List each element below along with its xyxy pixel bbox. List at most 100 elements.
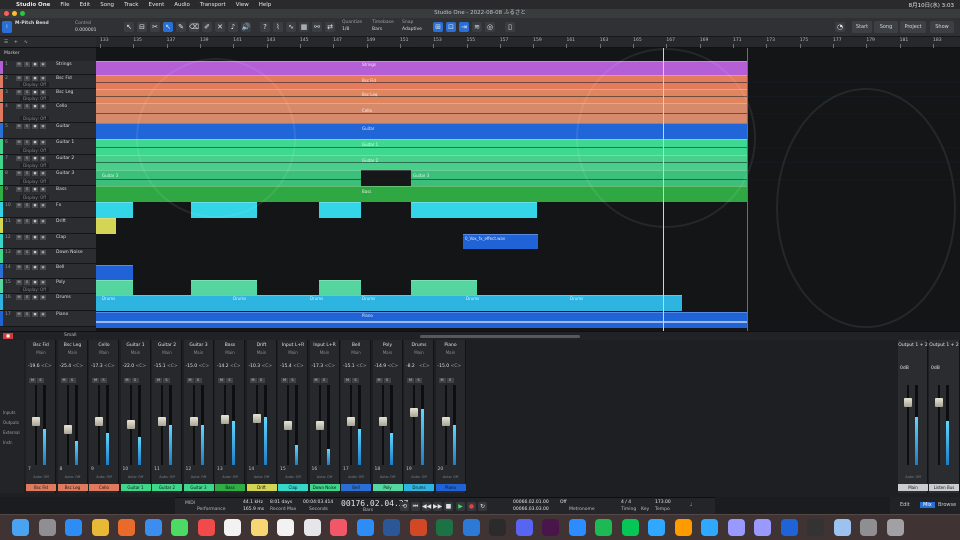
mixer-outputs-button[interactable]: Outputs — [3, 420, 19, 425]
channel-volume[interactable]: -15.1 — [343, 364, 355, 369]
track-header[interactable]: 5 M S ● ◉ Guitar — [0, 123, 96, 139]
quantize-value[interactable]: 1/8 — [342, 27, 349, 32]
channel-automation[interactable]: Auto: Off — [60, 475, 86, 479]
dock-app-icon[interactable] — [224, 519, 241, 536]
track-solo-button[interactable]: S — [24, 219, 30, 224]
channel-label[interactable]: Piano — [435, 484, 466, 491]
dock-app-icon[interactable] — [12, 519, 29, 536]
clip-bell[interactable] — [96, 265, 133, 280]
track-monitor-button[interactable]: ◉ — [40, 203, 46, 208]
track-header[interactable]: 4 M S ● ◉ Cello Display: Off — [0, 103, 96, 123]
channel-label[interactable]: Poly — [372, 484, 403, 491]
track-header[interactable]: 12 M S ● ◉ Clap — [0, 234, 96, 249]
channel-pan[interactable]: <C> — [356, 364, 367, 369]
track-name[interactable]: Cello — [56, 104, 67, 109]
dock-app-icon[interactable] — [515, 519, 533, 536]
channel-mute-button[interactable]: M — [92, 378, 99, 383]
channel-automation[interactable]: Auto: Off — [280, 475, 306, 479]
time-signature[interactable]: 4 / 4 — [621, 500, 631, 505]
channel-name[interactable]: Guitar 2 — [152, 343, 182, 348]
channel-label[interactable]: Drift — [246, 484, 277, 491]
channel-solo-button[interactable]: S — [68, 378, 76, 383]
channel-name[interactable]: Bsc Leg — [58, 343, 88, 348]
channel-mute-button[interactable]: M — [344, 378, 351, 383]
channel-fader[interactable] — [315, 421, 324, 430]
track-mute-button[interactable]: M — [16, 124, 22, 129]
inspector-toggle-button[interactable]: i — [2, 21, 12, 33]
dock-app-icon[interactable] — [65, 519, 82, 536]
channel-solo-button[interactable]: S — [446, 378, 454, 383]
channel-name[interactable]: Input L+R — [310, 343, 340, 348]
channel-volume[interactable]: -15.0 — [186, 364, 198, 369]
channel-output[interactable]: Main — [215, 350, 245, 355]
channel-solo-button[interactable]: S — [194, 378, 202, 383]
channel-fader[interactable] — [158, 417, 166, 427]
dock-app-icon[interactable] — [38, 519, 56, 536]
range-tool-icon[interactable]: ⊟ — [137, 22, 147, 32]
clip-drift[interactable] — [96, 218, 116, 234]
channel-name[interactable]: Input L+R — [278, 343, 308, 348]
bend-tool-icon[interactable]: ♪ — [228, 22, 238, 32]
dock-app-icon[interactable] — [621, 519, 639, 536]
channel-name[interactable]: Bsc Fid — [26, 343, 56, 348]
dock-app-icon[interactable] — [144, 519, 162, 536]
channel-name[interactable]: Poly — [373, 343, 403, 348]
dock-app-icon[interactable] — [674, 519, 692, 536]
channel-solo-button[interactable]: S — [383, 378, 391, 383]
channel-automation[interactable]: Auto: Off — [186, 475, 212, 479]
channel-output[interactable]: Main — [436, 350, 466, 355]
track-record-button[interactable]: ● — [32, 203, 38, 208]
dock-app-icon[interactable] — [595, 519, 612, 536]
dock-app-icon[interactable] — [356, 519, 374, 536]
track-solo-button[interactable]: S — [24, 295, 30, 300]
track-display-mode[interactable]: Display: Off — [20, 82, 49, 87]
track-height-label[interactable]: Small — [64, 333, 77, 338]
channel-output[interactable]: Main — [184, 350, 214, 355]
channel-volume[interactable]: -10.3 — [249, 364, 261, 369]
track-name[interactable]: Drums — [56, 295, 71, 300]
clip-fx-3[interactable] — [319, 202, 361, 218]
automation-icon[interactable]: ∿ — [24, 40, 28, 45]
channel-output[interactable]: Main — [152, 350, 182, 355]
track-solo-button[interactable]: S — [24, 312, 30, 317]
stop-icon[interactable]: ■ — [444, 502, 453, 511]
dock-app-icon[interactable] — [542, 519, 559, 536]
channel-mute-button[interactable]: M — [375, 378, 383, 383]
track-header[interactable]: 16 M S ● ◉ Drums — [0, 294, 96, 311]
dock-app-icon[interactable] — [197, 519, 215, 536]
eraser-tool-icon[interactable]: ⌫ — [189, 22, 199, 32]
menu-audio[interactable]: Audio — [174, 2, 190, 8]
channel-name[interactable]: Guitar 1 — [121, 343, 151, 348]
snap-cursor-icon[interactable]: ⇥ — [459, 22, 469, 32]
dock-app-icon[interactable] — [118, 519, 135, 536]
record-icon[interactable]: ● — [467, 502, 476, 511]
channel-automation[interactable]: Auto: Off — [217, 475, 243, 479]
track-record-button[interactable]: ● — [32, 265, 38, 270]
track-name[interactable]: Down Noise — [56, 250, 83, 255]
channel-pan[interactable]: <C> — [104, 364, 115, 369]
track-color-swatch[interactable] — [0, 61, 3, 74]
add-track-icon[interactable]: + — [14, 40, 18, 45]
track-header[interactable]: 8 M S ● ◉ Guitar 3 Display: Off — [0, 170, 96, 186]
dock-app-icon[interactable] — [171, 519, 188, 536]
channel-mute-button[interactable]: M — [312, 378, 320, 383]
track-header[interactable]: 6 M S ● ◉ Guitar 1 Display: Off — [0, 139, 96, 155]
track-solo-button[interactable]: S — [24, 104, 30, 109]
channel-volume[interactable]: -15.0 — [438, 364, 450, 369]
channel-fader[interactable] — [347, 417, 355, 427]
channel-pan[interactable]: <C> — [293, 364, 304, 369]
channel-volume[interactable]: -15.1 — [154, 364, 166, 369]
track-mute-button[interactable]: M — [16, 295, 22, 300]
channel-output[interactable]: Main — [341, 350, 371, 355]
track-color-swatch[interactable] — [0, 311, 3, 326]
track-monitor-button[interactable]: ◉ — [40, 62, 46, 67]
channel-label[interactable]: Bass — [215, 484, 245, 491]
channel-label[interactable]: Guitar 2 — [152, 484, 182, 491]
track-mute-button[interactable]: M — [16, 104, 22, 109]
playhead-cursor[interactable] — [663, 48, 664, 331]
track-header[interactable]: 10 M S ● ◉ Fx — [0, 202, 96, 218]
dock-app-icon[interactable] — [727, 519, 745, 536]
track-record-button[interactable]: ● — [32, 250, 38, 255]
track-mute-button[interactable]: M — [16, 62, 22, 67]
channel-mute-button[interactable]: M — [281, 378, 288, 383]
